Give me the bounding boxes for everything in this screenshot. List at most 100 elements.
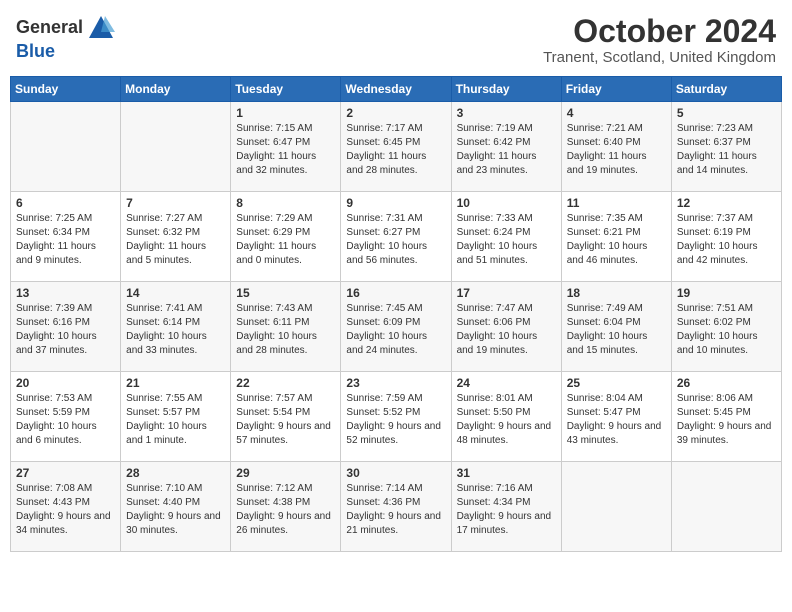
- day-number: 1: [236, 106, 335, 120]
- calendar-cell: [11, 102, 121, 192]
- calendar-cell: 6Sunrise: 7:25 AMSunset: 6:34 PMDaylight…: [11, 192, 121, 282]
- day-header-friday: Friday: [561, 77, 671, 102]
- calendar-cell: 31Sunrise: 7:16 AMSunset: 4:34 PMDayligh…: [451, 462, 561, 552]
- day-info: Sunrise: 7:08 AMSunset: 4:43 PMDaylight:…: [16, 482, 115, 538]
- logo-blue-text: Blue: [16, 41, 55, 61]
- day-header-saturday: Saturday: [671, 77, 781, 102]
- day-number: 13: [16, 286, 115, 300]
- day-info: Sunrise: 7:41 AMSunset: 6:14 PMDaylight:…: [126, 302, 225, 358]
- calendar-cell: 17Sunrise: 7:47 AMSunset: 6:06 PMDayligh…: [451, 282, 561, 372]
- calendar-cell: 19 Sunrise: 7:51 AMSunset: 6:02 PMDayligh…: [671, 282, 781, 372]
- day-info: Sunrise: 7:45 AMSunset: 6:09 PMDaylight:…: [346, 302, 445, 358]
- day-info: Sunrise: 7:25 AMSunset: 6:34 PMDaylight:…: [16, 212, 115, 268]
- calendar-cell: 8Sunrise: 7:29 AMSunset: 6:29 PMDaylight…: [231, 192, 341, 282]
- calendar-cell: 16 Sunrise: 7:45 AMSunset: 6:09 PMDayligh…: [341, 282, 451, 372]
- day-header-wednesday: Wednesday: [341, 77, 451, 102]
- logo: General Blue: [16, 14, 115, 62]
- day-number: 7: [126, 196, 225, 210]
- calendar-cell: 21 Sunrise: 7:55 AMSunset: 5:57 PMDayligh…: [121, 372, 231, 462]
- day-info: Sunrise: 7:49 AMSunset: 6:04 PMDaylight:…: [567, 302, 666, 358]
- day-info: Sunrise: 7:35 AMSunset: 6:21 PMDaylight:…: [567, 212, 666, 268]
- calendar-week-4: 20 Sunrise: 7:53 AMSunset: 5:59 PMDayligh…: [11, 372, 782, 462]
- calendar-cell: 11 Sunrise: 7:35 AMSunset: 6:21 PMDayligh…: [561, 192, 671, 282]
- day-number: 4: [567, 106, 666, 120]
- calendar-cell: [561, 462, 671, 552]
- day-info: Sunrise: 7:27 AMSunset: 6:32 PMDaylight:…: [126, 212, 225, 268]
- day-info: Sunrise: 7:23 AMSunset: 6:37 PMDaylight:…: [677, 122, 776, 178]
- day-header-tuesday: Tuesday: [231, 77, 341, 102]
- calendar-cell: 26 Sunrise: 8:06 AMSunset: 5:45 PMDayligh…: [671, 372, 781, 462]
- calendar-cell: 22 Sunrise: 7:57 AMSunset: 5:54 PMDayligh…: [231, 372, 341, 462]
- calendar-header-row: SundayMondayTuesdayWednesdayThursdayFrid…: [11, 77, 782, 102]
- page-header: General Blue October 2024 Tranent, Scotl…: [10, 10, 782, 70]
- day-number: 2: [346, 106, 445, 120]
- day-number: 21: [126, 376, 225, 390]
- calendar-week-1: 1Sunrise: 7:15 AMSunset: 6:47 PMDaylight…: [11, 102, 782, 192]
- day-info: Sunrise: 8:06 AMSunset: 5:45 PMDaylight:…: [677, 392, 776, 448]
- day-number: 16: [346, 286, 445, 300]
- day-info: Sunrise: 7:16 AMSunset: 4:34 PMDaylight:…: [457, 482, 556, 538]
- day-info: Sunrise: 7:12 AMSunset: 4:38 PMDaylight:…: [236, 482, 335, 538]
- calendar-cell: [671, 462, 781, 552]
- day-number: 24: [457, 376, 556, 390]
- month-title: October 2024: [543, 14, 776, 49]
- day-number: 23: [346, 376, 445, 390]
- day-info: Sunrise: 7:14 AMSunset: 4:36 PMDaylight:…: [346, 482, 445, 538]
- day-number: 22: [236, 376, 335, 390]
- day-number: 25: [567, 376, 666, 390]
- day-info: Sunrise: 8:01 AMSunset: 5:50 PMDaylight:…: [457, 392, 556, 448]
- calendar-cell: 13 Sunrise: 7:39 AMSunset: 6:16 PMDayligh…: [11, 282, 121, 372]
- day-number: 5: [677, 106, 776, 120]
- calendar-cell: 23 Sunrise: 7:59 AMSunset: 5:52 PMDayligh…: [341, 372, 451, 462]
- day-number: 30: [346, 466, 445, 480]
- calendar-cell: 1Sunrise: 7:15 AMSunset: 6:47 PMDaylight…: [231, 102, 341, 192]
- calendar-cell: 18Sunrise: 7:49 AMSunset: 6:04 PMDayligh…: [561, 282, 671, 372]
- day-info: Sunrise: 7:51 AMSunset: 6:02 PMDaylight:…: [677, 302, 776, 358]
- calendar-cell: 15 Sunrise: 7:43 AMSunset: 6:11 PMDayligh…: [231, 282, 341, 372]
- day-info: Sunrise: 7:43 AMSunset: 6:11 PMDaylight:…: [236, 302, 335, 358]
- calendar-cell: 9 Sunrise: 7:31 AMSunset: 6:27 PMDaylight…: [341, 192, 451, 282]
- day-number: 10: [457, 196, 556, 210]
- day-info: Sunrise: 7:29 AMSunset: 6:29 PMDaylight:…: [236, 212, 335, 268]
- day-number: 3: [457, 106, 556, 120]
- calendar-week-2: 6Sunrise: 7:25 AMSunset: 6:34 PMDaylight…: [11, 192, 782, 282]
- calendar-week-5: 27 Sunrise: 7:08 AMSunset: 4:43 PMDayligh…: [11, 462, 782, 552]
- day-number: 15: [236, 286, 335, 300]
- calendar-cell: 24 Sunrise: 8:01 AMSunset: 5:50 PMDayligh…: [451, 372, 561, 462]
- day-info: Sunrise: 7:17 AMSunset: 6:45 PMDaylight:…: [346, 122, 445, 178]
- calendar-cell: 12 Sunrise: 7:37 AMSunset: 6:19 PMDayligh…: [671, 192, 781, 282]
- calendar-cell: 2 Sunrise: 7:17 AMSunset: 6:45 PMDaylight…: [341, 102, 451, 192]
- day-number: 27: [16, 466, 115, 480]
- calendar-week-3: 13 Sunrise: 7:39 AMSunset: 6:16 PMDayligh…: [11, 282, 782, 372]
- calendar-cell: 4 Sunrise: 7:21 AMSunset: 6:40 PMDaylight…: [561, 102, 671, 192]
- calendar-cell: 27 Sunrise: 7:08 AMSunset: 4:43 PMDayligh…: [11, 462, 121, 552]
- day-info: Sunrise: 7:59 AMSunset: 5:52 PMDaylight:…: [346, 392, 445, 448]
- calendar-cell: 30 Sunrise: 7:14 AMSunset: 4:36 PMDayligh…: [341, 462, 451, 552]
- day-info: Sunrise: 7:37 AMSunset: 6:19 PMDaylight:…: [677, 212, 776, 268]
- day-info: Sunrise: 7:55 AMSunset: 5:57 PMDaylight:…: [126, 392, 225, 448]
- day-info: Sunrise: 7:19 AMSunset: 6:42 PMDaylight:…: [457, 122, 556, 178]
- day-number: 12: [677, 196, 776, 210]
- calendar-cell: 28 Sunrise: 7:10 AMSunset: 4:40 PMDayligh…: [121, 462, 231, 552]
- day-number: 26: [677, 376, 776, 390]
- day-number: 29: [236, 466, 335, 480]
- day-info: Sunrise: 7:53 AMSunset: 5:59 PMDaylight:…: [16, 392, 115, 448]
- day-info: Sunrise: 7:31 AMSunset: 6:27 PMDaylight:…: [346, 212, 445, 268]
- day-header-monday: Monday: [121, 77, 231, 102]
- day-number: 11: [567, 196, 666, 210]
- day-info: Sunrise: 7:10 AMSunset: 4:40 PMDaylight:…: [126, 482, 225, 538]
- calendar-cell: 5 Sunrise: 7:23 AMSunset: 6:37 PMDaylight…: [671, 102, 781, 192]
- calendar-table: SundayMondayTuesdayWednesdayThursdayFrid…: [10, 76, 782, 552]
- day-info: Sunrise: 7:33 AMSunset: 6:24 PMDaylight:…: [457, 212, 556, 268]
- day-info: Sunrise: 7:21 AMSunset: 6:40 PMDaylight:…: [567, 122, 666, 178]
- day-number: 20: [16, 376, 115, 390]
- day-number: 19: [677, 286, 776, 300]
- day-number: 9: [346, 196, 445, 210]
- day-info: Sunrise: 7:57 AMSunset: 5:54 PMDaylight:…: [236, 392, 335, 448]
- day-header-sunday: Sunday: [11, 77, 121, 102]
- calendar-cell: 20 Sunrise: 7:53 AMSunset: 5:59 PMDayligh…: [11, 372, 121, 462]
- calendar-cell: 25Sunrise: 8:04 AMSunset: 5:47 PMDayligh…: [561, 372, 671, 462]
- day-info: Sunrise: 7:39 AMSunset: 6:16 PMDaylight:…: [16, 302, 115, 358]
- title-area: October 2024 Tranent, Scotland, United K…: [543, 14, 776, 66]
- day-number: 28: [126, 466, 225, 480]
